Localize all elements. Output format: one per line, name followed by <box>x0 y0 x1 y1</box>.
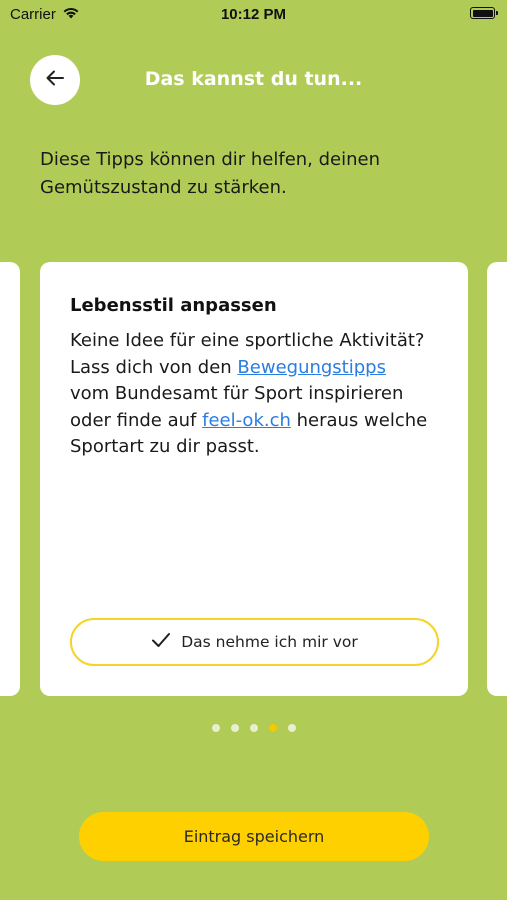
page-dot[interactable] <box>230 724 239 732</box>
tip-card: Lebensstil anpassen Keine Idee für eine … <box>40 262 468 696</box>
previous-card-peek[interactable] <box>0 262 20 696</box>
card-title: Lebensstil anpassen <box>70 295 277 316</box>
page-dot[interactable] <box>249 724 258 732</box>
card-body: Keine Idee für eine sportliche Aktivität… <box>70 328 430 461</box>
page-dot[interactable] <box>211 724 220 732</box>
save-entry-label: Eintrag speichern <box>183 827 325 846</box>
status-time: 10:12 PM <box>220 6 287 23</box>
battery-icon <box>470 7 498 19</box>
page-indicator[interactable] <box>0 724 507 732</box>
save-entry-button[interactable]: Eintrag speichern <box>79 812 429 861</box>
feel-ok-link[interactable]: feel-ok.ch <box>202 410 291 431</box>
bewegungstipps-link[interactable]: Bewegungstipps <box>237 357 386 378</box>
checkmark-icon <box>151 632 171 652</box>
intro-text: Diese Tipps können dir helfen, deinen Ge… <box>40 149 381 198</box>
status-bar: Carrier 10:12 PM <box>0 0 507 28</box>
commit-button[interactable]: Das nehme ich mir vor <box>70 618 439 666</box>
page-dot[interactable] <box>287 724 296 732</box>
page-title: Das kannst du tun... <box>144 68 363 90</box>
next-card-peek[interactable] <box>487 262 507 696</box>
commit-button-label: Das nehme ich mir vor <box>181 633 358 651</box>
page-dot-active[interactable] <box>268 724 277 732</box>
